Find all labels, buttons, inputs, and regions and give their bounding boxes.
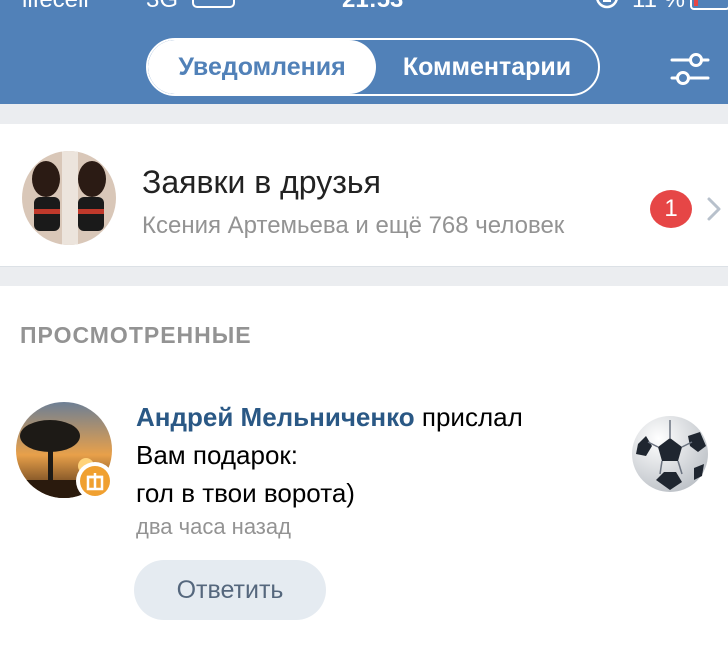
avatar: [22, 151, 116, 245]
friend-requests-subtitle: Ксения Артемьева и ещё 768 человек: [142, 212, 565, 239]
notification-line-1: Андрей Мельниченко прислал: [136, 402, 606, 433]
notification-action: прислал: [414, 402, 523, 432]
chevron-right-icon: [704, 194, 724, 224]
gift-icon: [76, 462, 114, 500]
status-bar: lifecell 3G VPN 21:53 11 %: [0, 0, 728, 14]
network-type: 3G: [146, 0, 178, 14]
vpn-indicator: VPN: [192, 0, 235, 8]
sliders-icon[interactable]: [668, 52, 712, 86]
soccer-ball-icon[interactable]: [630, 414, 710, 494]
clock: 21:53: [342, 0, 403, 14]
tab-switcher: Уведомления Комментарии: [146, 38, 600, 96]
battery-percent: 11 %: [632, 0, 685, 14]
reply-button[interactable]: Ответить: [134, 560, 326, 620]
top-bar: lifecell 3G VPN 21:53 11 % Уведомления К…: [0, 0, 728, 104]
notification-line-3: гол в твои ворота): [136, 478, 355, 508]
tab-comments[interactable]: Комментарии: [376, 40, 598, 94]
notification-time: два часа назад: [136, 514, 291, 539]
author-link[interactable]: Андрей Мельниченко: [136, 402, 415, 432]
carrier-name: lifecell: [22, 0, 89, 14]
section-title: ПРОСМОТРЕННЫЕ: [20, 322, 252, 348]
tab-notifications[interactable]: Уведомления: [148, 40, 376, 94]
notification-line-2: Вам подарок:: [136, 440, 299, 470]
friend-requests-title: Заявки в друзья: [142, 164, 381, 200]
rotation-lock-icon: [594, 0, 620, 17]
battery-icon: [690, 0, 728, 10]
count-badge: 1: [650, 190, 692, 228]
